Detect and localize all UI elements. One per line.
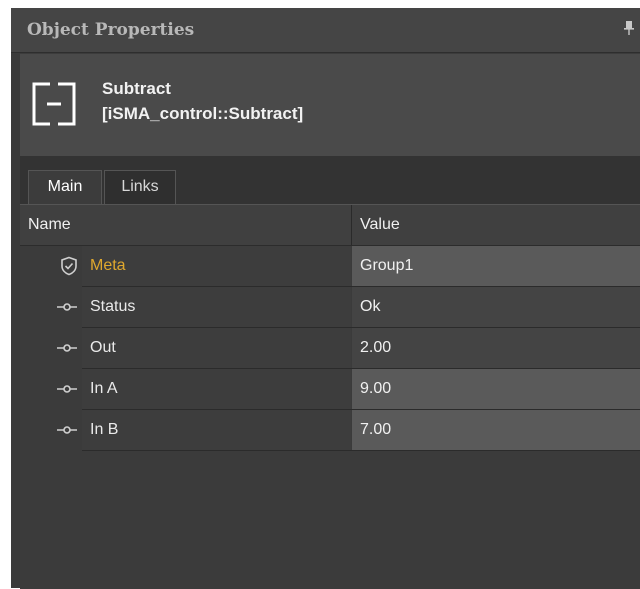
object-properties-panel: Object Properties Subtract [iSMA_control… [11,8,640,589]
property-value[interactable]: Ok [360,298,380,316]
grid-header: Name Value [20,205,640,246]
tab-links[interactable]: Links [104,170,176,204]
property-name: Meta [90,257,126,274]
property-name: In B [90,421,119,438]
column-separator[interactable] [351,205,352,245]
object-header: Subtract [iSMA_control::Subtract] [20,54,640,156]
property-value[interactable]: Group1 [360,257,413,275]
property-row-status[interactable]: Status Ok [20,287,640,328]
panel-left-edge [11,8,20,588]
property-value[interactable]: 2.00 [360,339,391,357]
tab-bar: Main Links [20,156,640,204]
panel-titlebar: Object Properties [11,8,640,53]
column-header-name[interactable]: Name [28,216,71,234]
property-name: Out [90,339,116,356]
slot-connector-icon [56,297,78,317]
shield-icon [58,256,80,276]
object-name: Subtract [102,79,171,98]
subtract-block-icon [30,80,78,128]
property-name: Status [90,298,136,315]
slot-connector-icon [56,379,78,399]
property-row-in-b[interactable]: In B 7.00 [20,410,640,451]
property-value[interactable]: 7.00 [360,421,391,439]
property-value[interactable]: 9.00 [360,380,391,398]
tab-main[interactable]: Main [28,170,102,204]
pin-icon[interactable] [624,21,634,37]
slot-connector-icon [56,338,78,358]
property-name: In A [90,380,118,397]
object-type: [iSMA_control::Subtract] [102,104,304,123]
property-row-meta[interactable]: Meta Group1 [20,246,640,287]
slot-connector-icon [56,420,78,440]
column-header-value[interactable]: Value [360,216,400,234]
panel-title: Object Properties [27,20,195,40]
property-row-out[interactable]: Out 2.00 [20,328,640,369]
property-grid: Name Value Meta Group1 Status Ok Out 2.0… [20,204,640,589]
property-row-in-a[interactable]: In A 9.00 [20,369,640,410]
